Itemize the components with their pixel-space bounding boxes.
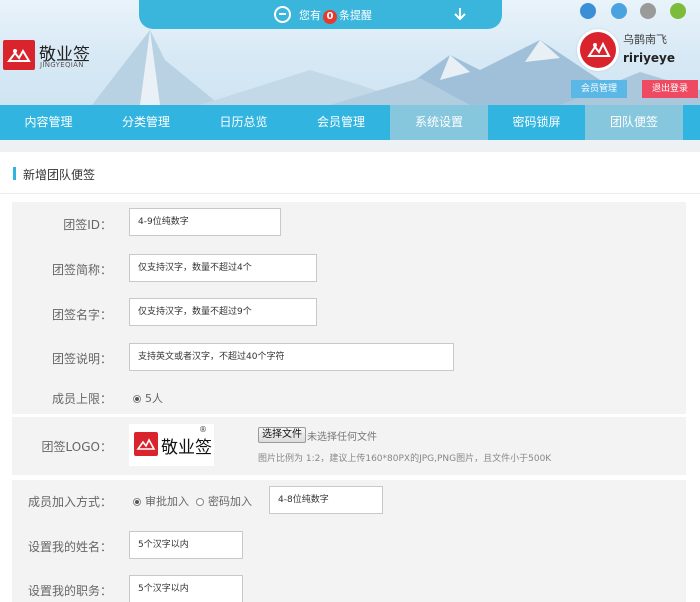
apple-icon[interactable] bbox=[640, 3, 656, 19]
arrow-down-icon[interactable] bbox=[452, 6, 468, 22]
choose-file-button[interactable]: 选择文件 bbox=[258, 427, 306, 443]
member-limit-radio[interactable] bbox=[133, 395, 141, 403]
team-short-input[interactable]: 仅支持汉字，数量不超过4个 bbox=[129, 254, 317, 282]
member-management-button[interactable]: 会员管理 bbox=[571, 80, 627, 98]
user-display-name: 乌鹊南飞 bbox=[623, 33, 667, 46]
join-approve-text: 审批加入 bbox=[145, 495, 189, 508]
main-nav: 内容管理 分类管理 日历总览 会员管理 系统设置 密码锁屏 团队便签 bbox=[0, 105, 700, 140]
notification-count: 0 bbox=[323, 10, 337, 24]
team-logo-preview: 敬业签 ® bbox=[129, 424, 214, 466]
ie-icon[interactable] bbox=[580, 3, 596, 19]
my-role-label: 设置我的职务： bbox=[27, 584, 112, 598]
form-panel: 新增团队便签 团签ID： 4-9位纯数字 团签简称： 仅支持汉字，数量不超过4个… bbox=[0, 152, 700, 602]
file-status-text: 未选择任何文件 bbox=[307, 432, 377, 443]
logo-upload-hint: 图片比例为 1:2，建议上传160*80PX的JPG,PNG图片，且文件小于50… bbox=[258, 454, 552, 464]
brand-logo-icon bbox=[3, 40, 35, 70]
team-logo-text: 敬业签 bbox=[161, 438, 212, 458]
nav-item-members[interactable]: 会员管理 bbox=[292, 105, 390, 140]
nav-item-team-notes[interactable]: 团队便签 bbox=[585, 105, 683, 140]
team-logo-section: 团签LOGO： 敬业签 ® 选择文件 未选择任何文件 图片比例为 1:2，建议上… bbox=[12, 417, 686, 475]
join-approve-radio[interactable] bbox=[133, 498, 141, 506]
title-accent-bar bbox=[13, 167, 16, 180]
basic-info-section: 团签ID： 4-9位纯数字 团签简称： 仅支持汉字，数量不超过4个 团签名字： … bbox=[12, 202, 686, 414]
team-name-label: 团签名字： bbox=[51, 308, 112, 322]
registered-mark: ® bbox=[199, 425, 207, 434]
notification-suffix: 条提醒 bbox=[339, 9, 372, 22]
client-download-icons bbox=[580, 3, 690, 21]
team-short-label: 团签简称： bbox=[51, 263, 112, 277]
nav-item-lockscreen[interactable]: 密码锁屏 bbox=[488, 105, 585, 140]
team-id-input[interactable]: 4-9位纯数字 bbox=[129, 208, 281, 236]
notification-prefix: 您有 bbox=[299, 9, 321, 22]
nav-item-content[interactable]: 内容管理 bbox=[0, 105, 97, 140]
join-approve-option[interactable]: 审批加入 bbox=[133, 493, 189, 509]
join-password-text: 密码加入 bbox=[208, 495, 252, 508]
notification-bar[interactable]: 您有 0 条提醒 bbox=[139, 0, 502, 29]
logout-button[interactable]: 退出登录 bbox=[642, 80, 698, 98]
message-icon bbox=[274, 6, 291, 23]
avatar[interactable] bbox=[577, 29, 619, 71]
member-limit-text: 5人 bbox=[145, 392, 163, 405]
my-name-label: 设置我的姓名： bbox=[27, 540, 112, 554]
join-mode-label: 成员加入方式： bbox=[27, 495, 112, 509]
page-title: 新增团队便签 bbox=[23, 168, 96, 182]
brand-logo[interactable]: 敬业签 JINGYEQIAN bbox=[3, 40, 93, 70]
brand-subtitle: JINGYEQIAN bbox=[40, 61, 84, 69]
nav-item-category[interactable]: 分类管理 bbox=[97, 105, 195, 140]
nav-item-calendar[interactable]: 日历总览 bbox=[195, 105, 292, 140]
panel-header: 新增团队便签 bbox=[0, 152, 700, 194]
team-name-input[interactable]: 仅支持汉字，数量不超过9个 bbox=[129, 298, 317, 326]
notification-text: 您有 0 条提醒 bbox=[299, 7, 372, 24]
team-logo-label: 团签LOGO： bbox=[41, 440, 112, 454]
main-content: 新增团队便签 团签ID： 4-9位纯数字 团签简称： 仅支持汉字，数量不超过4个… bbox=[0, 140, 700, 602]
team-logo-icon bbox=[134, 432, 158, 456]
my-role-input[interactable]: 5个汉字以内 bbox=[129, 575, 243, 602]
team-desc-input[interactable]: 支持英文或者汉字，不超过40个字符 bbox=[129, 343, 454, 371]
windows-icon[interactable] bbox=[611, 3, 627, 19]
join-password-input[interactable]: 4-8位纯数字 bbox=[269, 486, 383, 514]
member-limit-label: 成员上限： bbox=[51, 392, 112, 406]
android-icon[interactable] bbox=[670, 3, 686, 19]
avatar-image bbox=[580, 32, 616, 68]
nav-item-settings[interactable]: 系统设置 bbox=[390, 105, 488, 140]
join-password-radio[interactable] bbox=[196, 498, 204, 506]
team-id-label: 团签ID： bbox=[63, 218, 112, 232]
my-name-input[interactable]: 5个汉字以内 bbox=[129, 531, 243, 559]
join-password-option[interactable]: 密码加入 bbox=[196, 493, 252, 509]
member-settings-section: 成员加入方式： 审批加入 密码加入 4-8位纯数字 设置我的姓名： 5个汉字以内… bbox=[12, 480, 686, 602]
member-limit-option[interactable]: 5人 bbox=[133, 390, 163, 406]
user-account-name: ririyeye bbox=[623, 51, 675, 65]
team-desc-label: 团签说明： bbox=[51, 352, 112, 366]
app-header: 敬业签 JINGYEQIAN 您有 0 条提醒 乌鹊南飞 ririyeye 会员管理… bbox=[0, 0, 700, 105]
